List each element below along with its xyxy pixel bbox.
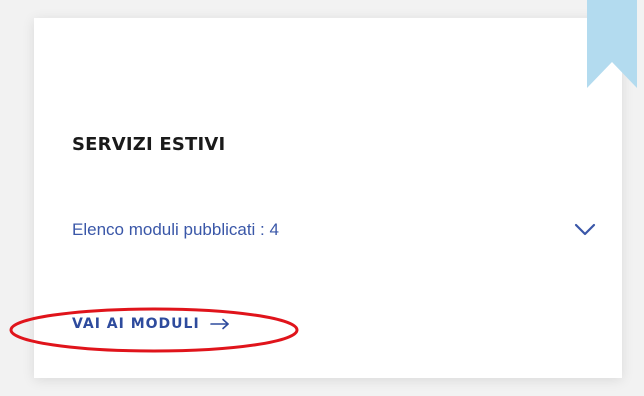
chevron-down-icon[interactable] bbox=[574, 223, 596, 237]
bookmark-icon[interactable] bbox=[587, 0, 637, 88]
arrow-right-icon bbox=[209, 318, 229, 330]
modules-dropdown[interactable]: Elenco moduli pubblicati : 4 bbox=[72, 212, 608, 248]
go-to-modules-label: VAI AI MODULI bbox=[72, 316, 200, 332]
card-title: SERVIZI ESTIVI bbox=[72, 134, 226, 155]
modules-count-label: Elenco moduli pubblicati : 4 bbox=[72, 220, 279, 239]
go-to-modules-link[interactable]: VAI AI MODULI bbox=[72, 316, 230, 332]
